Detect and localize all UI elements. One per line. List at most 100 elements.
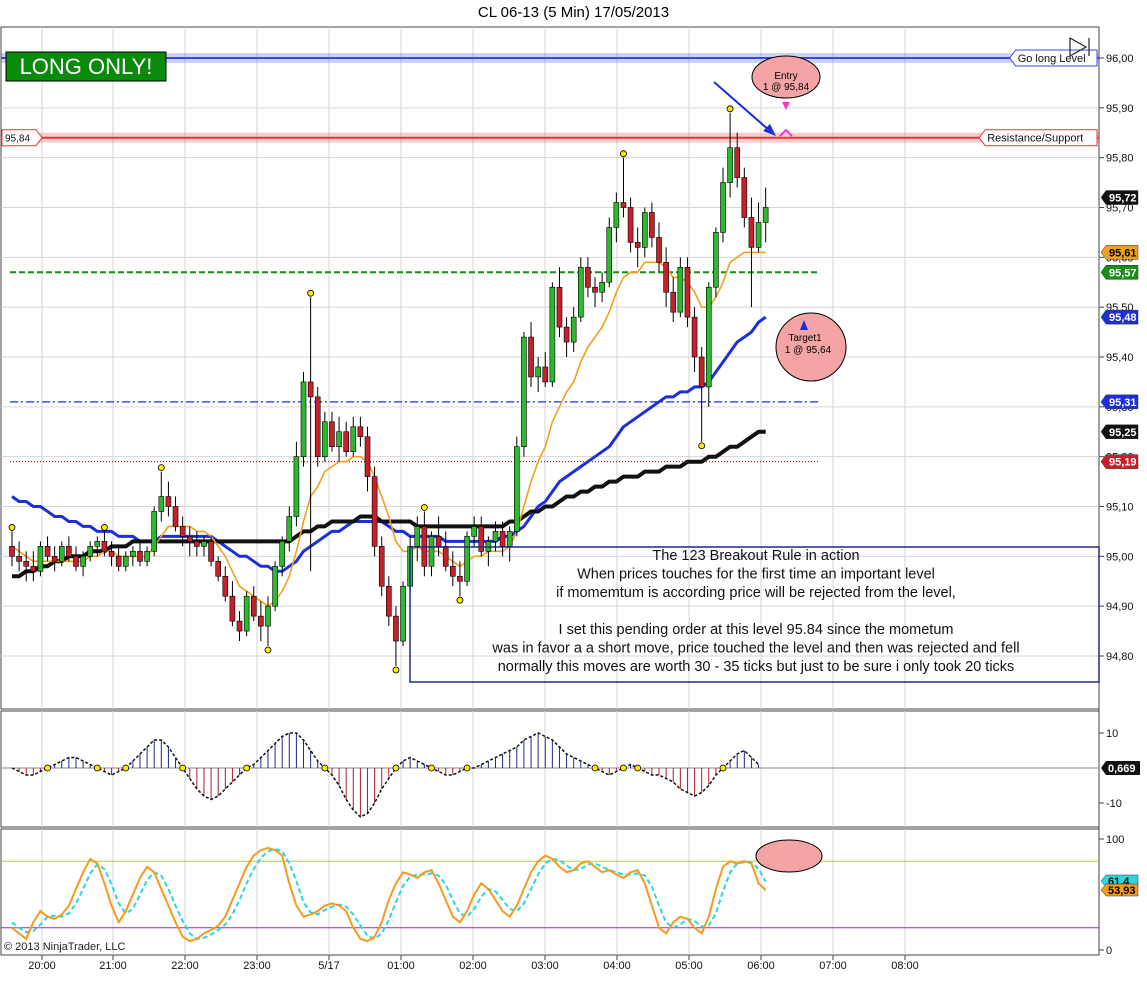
swing-low-dot <box>392 666 400 674</box>
candle-body <box>741 177 748 218</box>
swing-high-dot <box>620 150 627 158</box>
candle-body <box>222 575 229 597</box>
candle-body <box>450 565 456 577</box>
swing-high-dot <box>420 504 428 511</box>
candle-body <box>705 286 712 388</box>
note-line: When prices touches for the first time a… <box>577 567 935 583</box>
candle-body <box>428 536 435 567</box>
swing-high-dot <box>726 105 734 113</box>
candle-body <box>44 546 51 557</box>
price-badge-label: 95,57 <box>1109 267 1137 279</box>
price-badge-label: 95,72 <box>1109 193 1137 205</box>
stoch-y-label: 100 <box>1106 834 1124 846</box>
candle-body <box>713 232 719 288</box>
x-tick-label: 03:00 <box>531 960 559 972</box>
candle-body <box>684 266 691 318</box>
y-tick-label: 94,90 <box>1106 601 1134 613</box>
candle-body <box>343 431 349 452</box>
candle-body <box>585 266 591 288</box>
candle-body <box>350 426 357 452</box>
stoch-overbought-ellipse <box>755 839 823 873</box>
candle-body <box>236 620 243 632</box>
candle-body <box>599 281 605 293</box>
macd-cross-dot <box>93 764 101 772</box>
candle-body <box>506 531 513 547</box>
macd-cross-dot <box>392 764 400 772</box>
candle-body <box>357 426 364 438</box>
level-left-label-resistance: 95,84 <box>5 134 30 145</box>
candle-body <box>158 496 165 512</box>
note-line: normally this moves are worth 30 - 35 ti… <box>498 659 1015 675</box>
long-only-text: LONG ONLY! <box>20 54 153 79</box>
macd-cross-dot <box>179 764 187 772</box>
candle-body <box>144 551 150 562</box>
swing-low-dot <box>456 596 464 604</box>
macd-y-label: -10 <box>1106 798 1122 810</box>
macd-cross-dot <box>719 764 727 772</box>
candle-body <box>137 551 143 562</box>
x-tick-label: 06:00 <box>747 960 775 972</box>
candle-body <box>649 212 655 238</box>
price-badge-label: 95,61 <box>1109 247 1137 259</box>
candle-body <box>755 222 762 248</box>
x-tick-label: 5/17 <box>318 960 339 972</box>
candle-body <box>720 182 726 233</box>
candle-body <box>172 506 179 527</box>
price-badge-label: 95,25 <box>1109 427 1137 439</box>
candle-body <box>286 516 293 542</box>
candle-body <box>521 336 527 448</box>
candle-body <box>329 421 335 447</box>
macd-cross-dot <box>634 764 642 772</box>
y-tick-label: 95,80 <box>1106 153 1134 165</box>
x-tick-label: 07:00 <box>819 960 847 972</box>
candle-body <box>322 421 328 457</box>
candle-body <box>37 546 44 572</box>
note-line: The 123 Breakout Rule in action <box>652 548 859 564</box>
candle-body <box>727 147 733 183</box>
macd-cross-dot <box>620 764 627 772</box>
candle-body <box>208 541 214 562</box>
candle-body <box>201 541 207 547</box>
candle-body <box>492 531 499 542</box>
candle-body <box>499 531 506 547</box>
macd-cross-dot <box>243 764 251 772</box>
x-tick-label: 05:00 <box>675 960 703 972</box>
candle-body <box>151 511 157 552</box>
candle-body <box>243 595 250 632</box>
chart-canvas[interactable]: Go long Level Resistance/Support 95,84 96,… <box>0 0 1147 998</box>
candle-body <box>393 615 399 642</box>
candle-body <box>293 456 300 517</box>
candle-body <box>115 556 122 567</box>
macd-cross-dot <box>122 764 130 772</box>
candle-body <box>471 526 477 537</box>
x-tick-label: 02:00 <box>459 960 487 972</box>
candle-body <box>229 595 236 622</box>
stoch-panel-frame <box>0 828 1100 956</box>
candle-body <box>108 551 115 557</box>
macd-y-label: 10 <box>1106 728 1118 740</box>
candle-body <box>300 381 307 457</box>
candle-body <box>307 381 314 398</box>
candle-body <box>186 536 193 542</box>
candle-body <box>542 366 549 383</box>
x-tick-label: 22:00 <box>171 960 199 972</box>
candle-body <box>656 237 662 263</box>
y-tick-label: 95,40 <box>1106 352 1134 364</box>
candle-body <box>762 207 769 223</box>
swing-low-dot <box>264 646 272 654</box>
candle-body <box>592 286 598 293</box>
candle-body <box>386 585 392 617</box>
macd-cross-dot <box>591 764 599 772</box>
candle-body <box>215 561 221 577</box>
candle-body <box>279 541 285 567</box>
candle-body <box>16 556 22 562</box>
candle-body <box>620 202 627 208</box>
candle-body <box>101 541 108 552</box>
candle-body <box>663 262 669 293</box>
swing-high-dot <box>307 289 315 297</box>
copyright-text: © 2013 NinjaTrader, LLC <box>4 941 125 953</box>
y-tick-label: 95,00 <box>1106 551 1134 563</box>
candle-body <box>414 526 421 547</box>
price-badge-label: 95,19 <box>1109 457 1137 469</box>
candle-body <box>698 356 705 388</box>
